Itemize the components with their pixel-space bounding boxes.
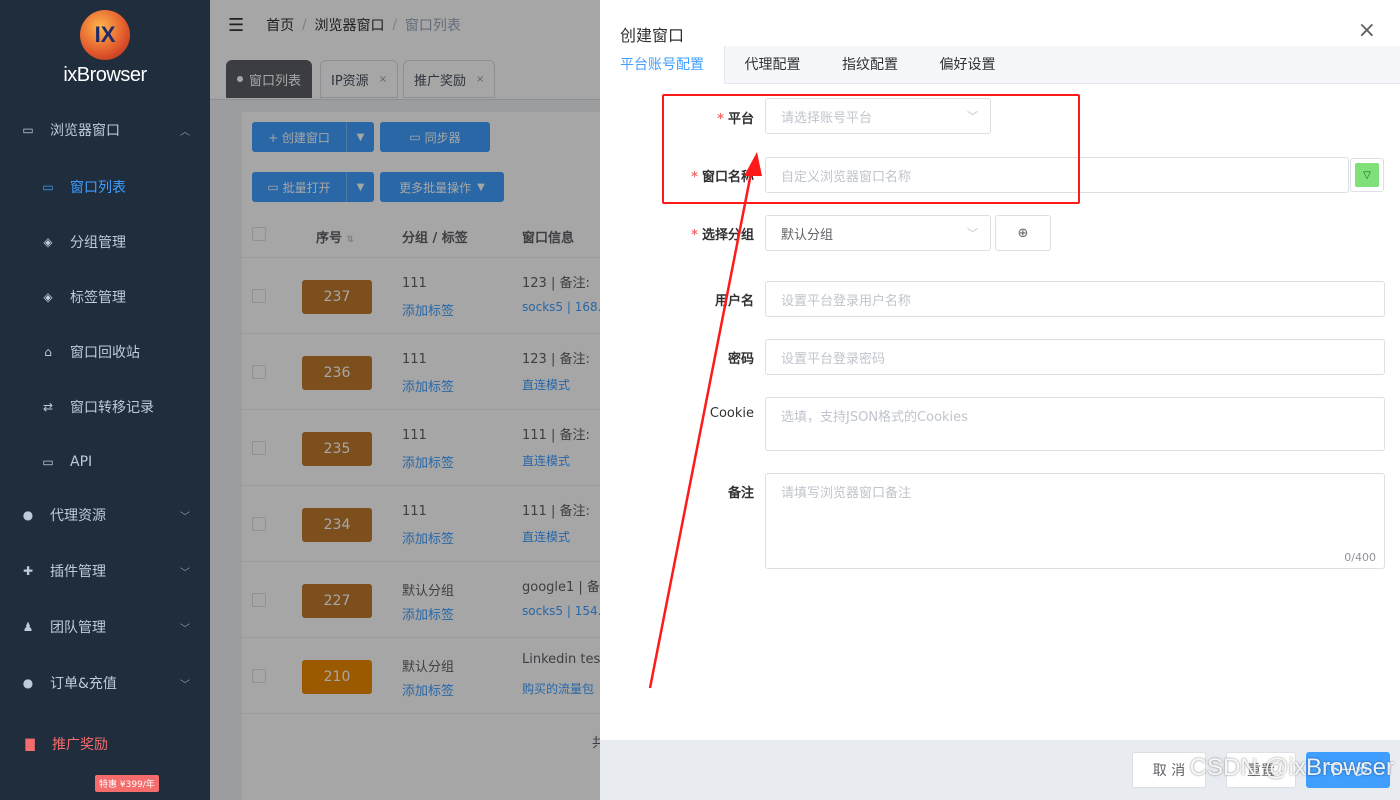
transfer-icon: ⇄ [42,400,54,414]
watermark: CSDN @ixBrowser [1189,754,1394,781]
add-group-button[interactable]: ⊕ [995,215,1051,251]
sidebar-item-api[interactable]: ▭ API [0,442,210,482]
window-icon: ▭ [42,180,54,194]
sidebar-item-label: 窗口回收站 [70,345,140,361]
drawer-title: 创建窗口 [620,26,685,45]
globe-icon: ● [22,508,34,522]
chevron-down-icon: ﹀ [180,679,190,691]
sidebar-item-promotion[interactable]: ▇ 推广奖励 [0,724,210,764]
group-value: 默认分组 [781,227,834,243]
plus-circle-icon: ⊕ [1017,225,1029,241]
username-label: 用户名 [714,294,754,309]
password-label: 密码 [727,352,754,367]
logo-text: ixBrowser [63,64,147,86]
sidebar-item-orders[interactable]: ● 订单&充值 ﹀ [0,663,210,703]
remark-textarea[interactable]: 请填写浏览器窗口备注 0/400 [765,473,1385,569]
browser-icon: ▭ [22,123,34,137]
sidebar-item-label: 窗口列表 [70,180,126,196]
chevron-down-icon: ▽ [1363,169,1371,181]
chevron-down-icon: ﹀ [180,511,190,523]
promo-badge: 特惠 ¥399/年 [95,775,159,792]
annotation-highlight-box [662,94,1080,204]
sidebar-item-label: 推广奖励 [52,737,108,753]
close-icon[interactable]: × [1358,18,1376,43]
tab-platform-account[interactable]: 平台账号配置 [600,46,725,84]
gift-icon: ▇ [25,737,35,751]
sidebar: IX ixBrowser ▭ 浏览器窗口 ︿ ▭ 窗口列表 ◈ 分组管理 ◈ 标… [0,0,210,800]
chevron-down-icon: ﹀ [967,227,978,240]
logo: IX ixBrowser [0,10,210,87]
remark-placeholder: 请填写浏览器窗口备注 [781,486,912,501]
team-icon: ♟ [22,620,34,634]
sidebar-item-label: 团队管理 [50,620,106,636]
sidebar-item-label: 窗口转移记录 [70,400,154,416]
tab-preferences[interactable]: 偏好设置 [920,46,1015,84]
sidebar-item-proxy[interactable]: ● 代理资源 ﹀ [0,495,210,535]
sidebar-item-window-list[interactable]: ▭ 窗口列表 [0,167,210,207]
tab-fingerprint-config[interactable]: 指纹配置 [820,46,920,84]
sidebar-item-browser-window[interactable]: ▭ 浏览器窗口 ︿ [0,110,210,150]
cookie-label: Cookie [709,406,754,421]
chevron-up-icon: ︿ [180,126,190,138]
sidebar-item-label: 代理资源 [50,508,106,524]
sidebar-item-label: 插件管理 [50,564,106,580]
tab-proxy-config[interactable]: 代理配置 [725,46,820,84]
sidebar-item-plugins[interactable]: ✚ 插件管理 ﹀ [0,551,210,591]
coin-icon: ● [22,676,34,690]
password-input[interactable]: 设置平台登录密码 [765,339,1385,375]
group-label: * 选择分组 [691,228,754,243]
logo-mark: IX [80,10,130,60]
cookie-textarea[interactable]: 选填，支持JSON格式的Cookies [765,397,1385,451]
sidebar-item-transfer-log[interactable]: ⇄ 窗口转移记录 [0,387,210,427]
window-icon: ▭ [42,455,54,469]
remark-label: 备注 [727,486,754,501]
layers-icon: ◈ [43,235,53,249]
sidebar-item-label: 分组管理 [70,235,126,251]
password-placeholder: 设置平台登录密码 [781,351,886,367]
sidebar-item-label: 订单&充值 [50,676,117,692]
color-picker-button[interactable]: ▽ [1350,158,1384,192]
sidebar-item-tag-manage[interactable]: ◈ 标签管理 [0,277,210,317]
chevron-down-icon: ﹀ [180,567,190,579]
sidebar-item-label: 标签管理 [70,290,126,306]
chevron-down-icon: ﹀ [180,623,190,635]
cookie-placeholder: 选填，支持JSON格式的Cookies [781,410,968,425]
layers-icon: ◈ [43,290,53,304]
required-mark: * [691,228,698,243]
username-placeholder: 设置平台登录用户名称 [781,293,912,309]
sidebar-item-team[interactable]: ♟ 团队管理 ﹀ [0,607,210,647]
group-select[interactable]: 默认分组 ﹀ [765,215,991,251]
puzzle-icon: ✚ [22,564,34,578]
char-counter: 0/400 [1344,551,1376,564]
drawer-tabs: 平台账号配置 代理配置 指纹配置 偏好设置 [600,46,1400,84]
sidebar-item-label: 浏览器窗口 [50,123,120,139]
sidebar-item-recycle-bin[interactable]: ⌂ 窗口回收站 [0,332,210,372]
sidebar-item-label: API [70,454,93,470]
color-swatch: ▽ [1355,163,1379,187]
trash-icon: ⌂ [44,345,52,359]
username-input[interactable]: 设置平台登录用户名称 [765,281,1385,317]
sidebar-item-group-manage[interactable]: ◈ 分组管理 [0,222,210,262]
